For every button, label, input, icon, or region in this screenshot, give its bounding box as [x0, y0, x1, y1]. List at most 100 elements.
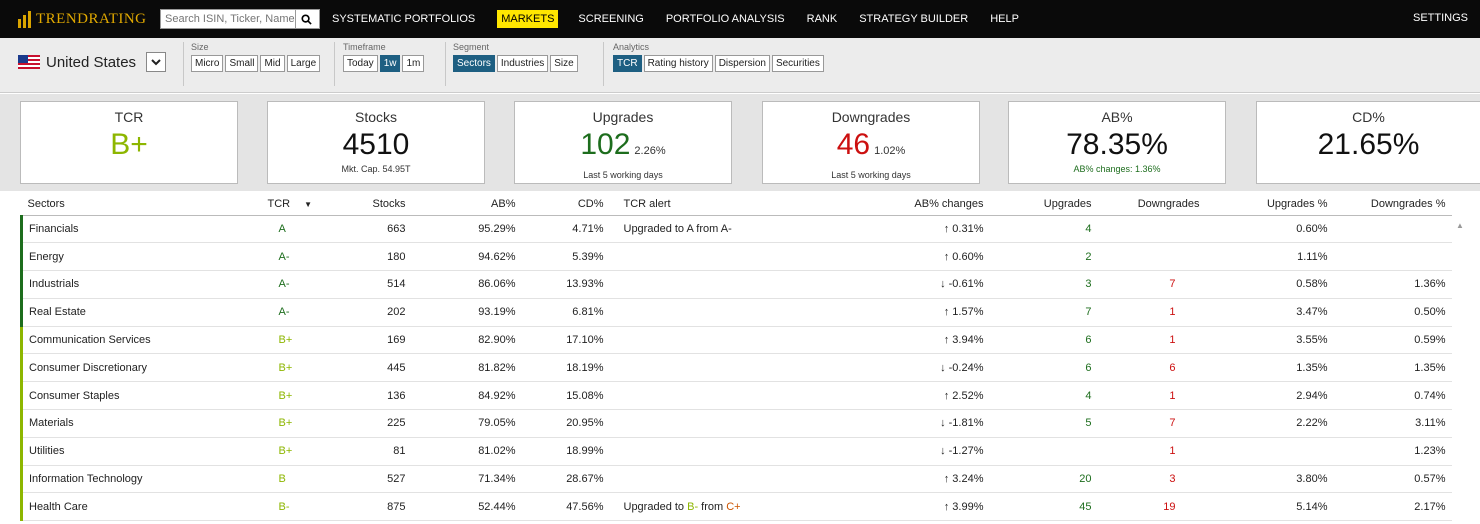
- cell-tcr-alert: [609, 465, 810, 494]
- table-row[interactable]: Information Technology B 527 71.34% 28.67% ↑ …: [20, 465, 1452, 494]
- scroll-up-arrow-icon[interactable]: ▲: [1452, 215, 1468, 230]
- cell-sector[interactable]: Consumer Discretionary: [20, 353, 262, 383]
- cell-upgrades: 3: [989, 270, 1098, 299]
- cell-cd: 17.10%: [521, 326, 610, 355]
- cell-sector[interactable]: Communication Services: [20, 326, 262, 355]
- cell-tcr-alert: [609, 409, 810, 438]
- logo-bars-icon: [18, 10, 31, 28]
- table-row[interactable]: Utilities B+ 81 81.02% 18.99% ↓ -1.27% 1 1.23%: [20, 437, 1452, 466]
- cell-downgrades: 7: [1097, 270, 1206, 299]
- cell-stocks: 81: [341, 437, 412, 466]
- cell-ab: 81.02%: [411, 437, 522, 466]
- cell-tcr-rating: A-: [261, 270, 342, 299]
- table-header-row: Sectors TCR ▼ Stocks AB% CD% TCR alert AB…: [21, 193, 1452, 216]
- table-row[interactable]: Materials B+ 225 79.05% 20.95% ↓ -1.81% 5 7 2.22…: [20, 409, 1452, 438]
- table-row[interactable]: Communication Services B+ 169 82.90% 17.10% ↑…: [20, 326, 1452, 355]
- divider: [603, 42, 604, 86]
- timeframe-1w-button[interactable]: 1w: [379, 55, 401, 72]
- us-flag-icon: [18, 55, 40, 69]
- cell-sector[interactable]: Consumer Staples: [20, 381, 262, 411]
- analytics-dispersion-button[interactable]: Dispersion: [714, 55, 770, 72]
- upgrades-card-pct: 2.26%: [634, 145, 666, 157]
- segment-industries-button[interactable]: Industries: [496, 55, 549, 72]
- table-scrollbar[interactable]: ▲: [1452, 215, 1468, 524]
- nav-help[interactable]: HELP: [990, 13, 1019, 25]
- cell-tcr-alert: [609, 381, 810, 411]
- cell-stocks: 527: [341, 465, 412, 494]
- cell-sector[interactable]: Financials: [20, 215, 262, 244]
- col-header-upgrades[interactable]: Upgrades: [989, 193, 1098, 216]
- col-header-tcr[interactable]: TCR ▼: [261, 193, 342, 216]
- cell-downgrades-pct: 2.17%: [1333, 492, 1452, 522]
- cell-downgrades-pct: 0.74%: [1333, 381, 1452, 411]
- cell-tcr-rating: B+: [261, 437, 342, 466]
- nav-screening[interactable]: SCREENING: [578, 13, 643, 25]
- col-header-upgrades-pct[interactable]: Upgrades %: [1205, 193, 1334, 216]
- cell-tcr-alert: [609, 242, 810, 272]
- size-small-button[interactable]: Small: [225, 55, 259, 72]
- table-row[interactable]: Financials A 663 95.29% 4.71% Upgraded to A f…: [20, 215, 1452, 244]
- cd-card-value: 21.65%: [1317, 128, 1420, 161]
- analytics-rating-history-button[interactable]: Rating history: [643, 55, 713, 72]
- analytics-filter: Analytics TCR Rating history Dispersion …: [613, 42, 824, 72]
- analytics-tcr-button[interactable]: TCR: [613, 55, 642, 72]
- country-selector[interactable]: United States: [18, 52, 167, 72]
- size-mid-button[interactable]: Mid: [260, 55, 285, 72]
- cell-sector[interactable]: Health Care: [20, 492, 262, 522]
- nav-portfolio-analysis[interactable]: PORTFOLIO ANALYSIS: [666, 13, 785, 25]
- cell-downgrades-pct: 0.50%: [1333, 298, 1452, 327]
- cell-sector[interactable]: Real Estate: [20, 298, 262, 327]
- table-row[interactable]: Health Care B- 875 52.44% 47.56% Upgraded to …: [20, 492, 1452, 522]
- table-row[interactable]: Industrials A- 514 86.06% 13.93% ↓ -0.61% 3 7 0.…: [20, 270, 1452, 299]
- search-button[interactable]: [295, 10, 317, 28]
- timeframe-today-button[interactable]: Today: [343, 55, 378, 72]
- cell-sector[interactable]: Utilities: [20, 437, 262, 466]
- nav-markets[interactable]: MARKETS: [497, 10, 559, 28]
- table-row[interactable]: Real Estate A- 202 93.19% 6.81% ↑ 1.57% 7 1 3.47…: [20, 298, 1452, 327]
- segment-sectors-button[interactable]: Sectors: [453, 55, 495, 72]
- col-header-stocks[interactable]: Stocks: [341, 193, 412, 216]
- cell-upgrades: 4: [989, 215, 1098, 244]
- col-header-cd[interactable]: CD%: [521, 193, 610, 216]
- cell-cd: 15.08%: [521, 381, 610, 411]
- filter-bar: United States Size Micro Small Mid Large…: [0, 38, 1480, 93]
- country-dropdown-button[interactable]: [146, 52, 167, 72]
- col-header-tcr-alert[interactable]: TCR alert: [609, 193, 810, 216]
- nav-rank[interactable]: RANK: [807, 13, 838, 25]
- col-header-ab[interactable]: AB%: [411, 193, 522, 216]
- cell-upgrades-pct: 0.58%: [1205, 270, 1334, 299]
- table-row[interactable]: Consumer Staples B+ 136 84.92% 15.08% ↑ 2.52%…: [20, 381, 1452, 411]
- cell-upgrades: 6: [989, 353, 1098, 383]
- cell-sector[interactable]: Information Technology: [20, 465, 262, 494]
- cell-sector[interactable]: Industrials: [20, 270, 262, 299]
- cell-cd: 5.39%: [521, 242, 610, 272]
- search-input[interactable]: [161, 10, 295, 28]
- col-header-downgrades-pct[interactable]: Downgrades %: [1333, 193, 1452, 216]
- nav-strategy-builder[interactable]: STRATEGY BUILDER: [859, 13, 968, 25]
- cell-ab-change: ↑ 3.99%: [809, 492, 990, 522]
- timeframe-1m-button[interactable]: 1m: [402, 55, 425, 72]
- stocks-card-market-cap: Mkt. Cap. 54.95T: [341, 164, 411, 174]
- col-header-sectors[interactable]: Sectors: [21, 193, 262, 216]
- cell-sector[interactable]: Energy: [20, 242, 262, 272]
- nav-settings[interactable]: SETTINGS: [1413, 12, 1468, 24]
- cell-ab: 52.44%: [411, 492, 522, 522]
- sort-desc-icon: ▼: [304, 199, 313, 209]
- col-header-downgrades[interactable]: Downgrades: [1097, 193, 1206, 216]
- cell-sector[interactable]: Materials: [20, 409, 262, 438]
- top-nav-bar: TRENDRATING SYSTEMATIC PORTFOLIOS MARKET…: [0, 0, 1480, 38]
- nav-systematic-portfolios[interactable]: SYSTEMATIC PORTFOLIOS: [332, 13, 475, 25]
- downgrades-card-title: Downgrades: [831, 109, 911, 125]
- table-row[interactable]: Energy A- 180 94.62% 5.39% ↑ 0.60% 2 1.11%: [20, 242, 1452, 272]
- downgrades-card-value: 46: [836, 128, 871, 161]
- trendrating-logo[interactable]: TRENDRATING: [18, 10, 160, 28]
- table-row[interactable]: Consumer Discretionary B+ 445 81.82% 18.19% ↓…: [20, 353, 1452, 383]
- segment-size-button[interactable]: Size: [550, 55, 578, 72]
- analytics-securities-button[interactable]: Securities: [771, 55, 824, 72]
- size-large-button[interactable]: Large: [286, 55, 321, 72]
- segment-filter: Segment Sectors Industries Size: [453, 42, 578, 72]
- col-header-ab-changes[interactable]: AB% changes: [809, 193, 990, 216]
- size-micro-button[interactable]: Micro: [191, 55, 224, 72]
- timeframe-filter-label: Timeframe: [343, 42, 386, 52]
- cell-ab: 79.05%: [411, 409, 522, 438]
